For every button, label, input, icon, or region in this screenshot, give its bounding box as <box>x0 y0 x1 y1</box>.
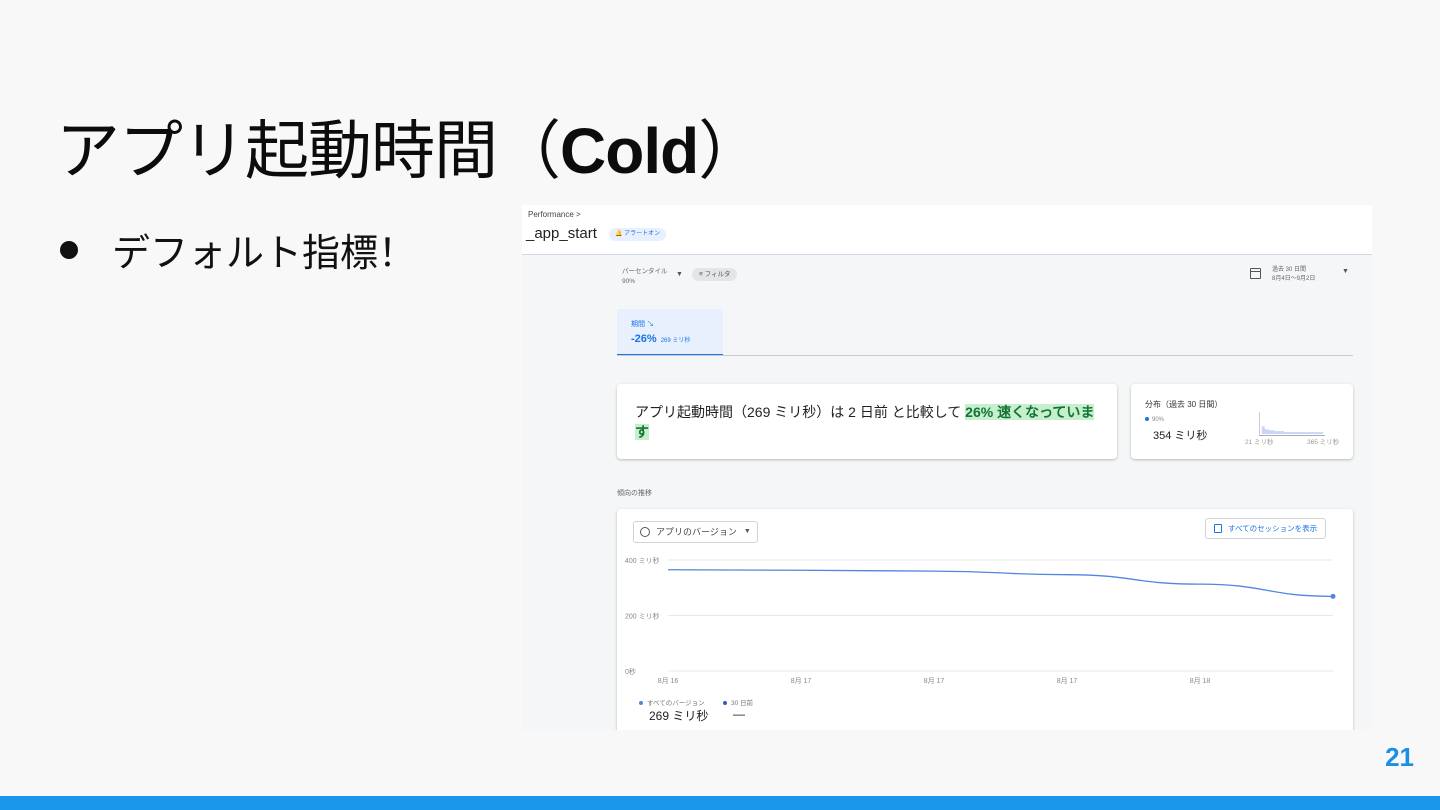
percentile-select[interactable]: パーセンタイル 90% ▼ <box>622 267 683 287</box>
tab-divider <box>617 355 1353 356</box>
version-select[interactable]: アプリのバージョン ▼ <box>633 521 758 543</box>
percentile-label: パーセンタイル <box>622 268 668 275</box>
bullet-dot-icon <box>60 240 78 259</box>
trend-line-chart: 400 ミリ秒 200 ミリ秒 0秒 8月 16 8月 17 8月 17 8月 17 8月 1… <box>625 556 1336 685</box>
page-header: Performance > _app_start 🔔 アラートオン <box>522 205 1372 255</box>
tab-duration[interactable]: 期間 ↘ -26% 269 ミリ秒 <box>617 309 723 356</box>
alert-chip[interactable]: 🔔 アラートオン <box>609 228 667 241</box>
distribution-card[interactable]: 分布（過去 30 日間） 90% 354 ミリ秒 21 ミリ秒 365 ミリ秒 <box>1131 384 1353 459</box>
slide-title-bold: Cold <box>560 115 699 187</box>
footer-accent-bar <box>0 796 1440 810</box>
tab-sub: 269 ミリ秒 <box>660 338 691 344</box>
sessions-button-label: すべてのセッションを表示 <box>1228 524 1318 533</box>
legend-value-all-versions: 269 ミリ秒 <box>649 709 709 723</box>
date-range-select[interactable]: 過去 30 日間 8月4日〜9月2日 <box>1272 266 1315 284</box>
percentile-value: 90% <box>622 278 636 285</box>
x-tick-label: 8月 17 <box>791 677 812 685</box>
bullet-text: デフォルト指標！ <box>112 231 417 275</box>
filter-label: フィルタ <box>704 271 731 278</box>
slide-title-end: ） <box>698 115 762 189</box>
tab-value: -26% 269 ミリ秒 <box>631 333 690 345</box>
legend-item-all-versions[interactable]: すべてのバージョン <box>639 697 705 707</box>
y-tick-label: 200 ミリ秒 <box>625 612 660 621</box>
distribution-histogram <box>1259 412 1325 436</box>
legend-value-30-days: — <box>733 707 745 721</box>
history-icon <box>640 527 650 537</box>
distribution-percentile: 90% <box>1145 417 1164 423</box>
document-icon <box>1214 524 1222 533</box>
filter-button[interactable]: ≡ フィルタ <box>692 268 738 281</box>
x-tick-label: 8月 17 <box>924 677 945 685</box>
insight-text-main: アプリ起動時間（269 ミリ秒）は 2 日前 と比較して <box>635 404 966 420</box>
tab-label: 期間 ↘ <box>631 321 654 328</box>
page-body: パーセンタイル 90% ▼ ≡ フィルタ 過去 30 日間 8月4日〜9月2日 … <box>522 255 1372 730</box>
trend-section-label: 傾向の推移 <box>617 490 652 497</box>
x-tick-label: 8月 16 <box>658 677 679 685</box>
view-all-sessions-button[interactable]: すべてのセッションを表示 <box>1205 518 1327 539</box>
chevron-down-icon: ▼ <box>743 528 751 535</box>
x-tick-label: 8月 17 <box>1057 677 1078 685</box>
chevron-down-icon[interactable]: ▼ <box>1342 268 1349 275</box>
calendar-icon[interactable] <box>1250 268 1261 279</box>
insight-text: アプリ起動時間（269 ミリ秒）は 2 日前 と比較して 26% 速くなっていま… <box>635 402 1095 442</box>
alert-chip-label: アラートオン <box>624 231 661 237</box>
distribution-range-high: 365 ミリ秒 <box>1307 439 1340 446</box>
y-tick-label: 400 ミリ秒 <box>625 556 660 565</box>
x-tick-label: 8月 18 <box>1190 677 1211 685</box>
tab-percent: -26% <box>631 333 657 345</box>
distribution-value: 354 ミリ秒 <box>1153 430 1208 442</box>
distribution-title: 分布（過去 30 日間） <box>1145 400 1223 409</box>
legend-item-30-days[interactable]: 30 日前 <box>723 697 753 707</box>
slide-title-jp: アプリ起動時間（ <box>56 115 561 189</box>
insight-card: アプリ起動時間（269 ミリ秒）は 2 日前 と比較して 26% 速くなっていま… <box>617 384 1117 459</box>
trend-chart-card: アプリのバージョン ▼ すべてのセッションを表示 400 ミリ秒 200 ミリ秒 0… <box>617 509 1353 730</box>
breadcrumb[interactable]: Performance > <box>528 210 581 219</box>
filter-icon: ≡ <box>699 271 703 278</box>
date-range-title: 過去 30 日間 <box>1272 267 1307 273</box>
version-select-label: アプリのバージョン <box>656 527 737 537</box>
bullet-item: デフォルト指標！ <box>60 222 416 277</box>
console-screenshot: Performance > _app_start 🔔 アラートオン パーセンタイ… <box>522 205 1372 730</box>
series-end-point <box>1330 593 1336 599</box>
series-line <box>667 569 1334 598</box>
date-range-detail: 8月4日〜9月2日 <box>1272 276 1316 282</box>
chevron-down-icon: ▼ <box>676 271 683 278</box>
trace-name: _app_start <box>526 225 597 242</box>
y-tick-label: 0秒 <box>625 667 636 676</box>
slide-title: アプリ起動時間（Cold） <box>56 100 762 192</box>
page-number: 21 <box>1385 742 1414 772</box>
distribution-range-low: 21 ミリ秒 <box>1245 439 1274 446</box>
